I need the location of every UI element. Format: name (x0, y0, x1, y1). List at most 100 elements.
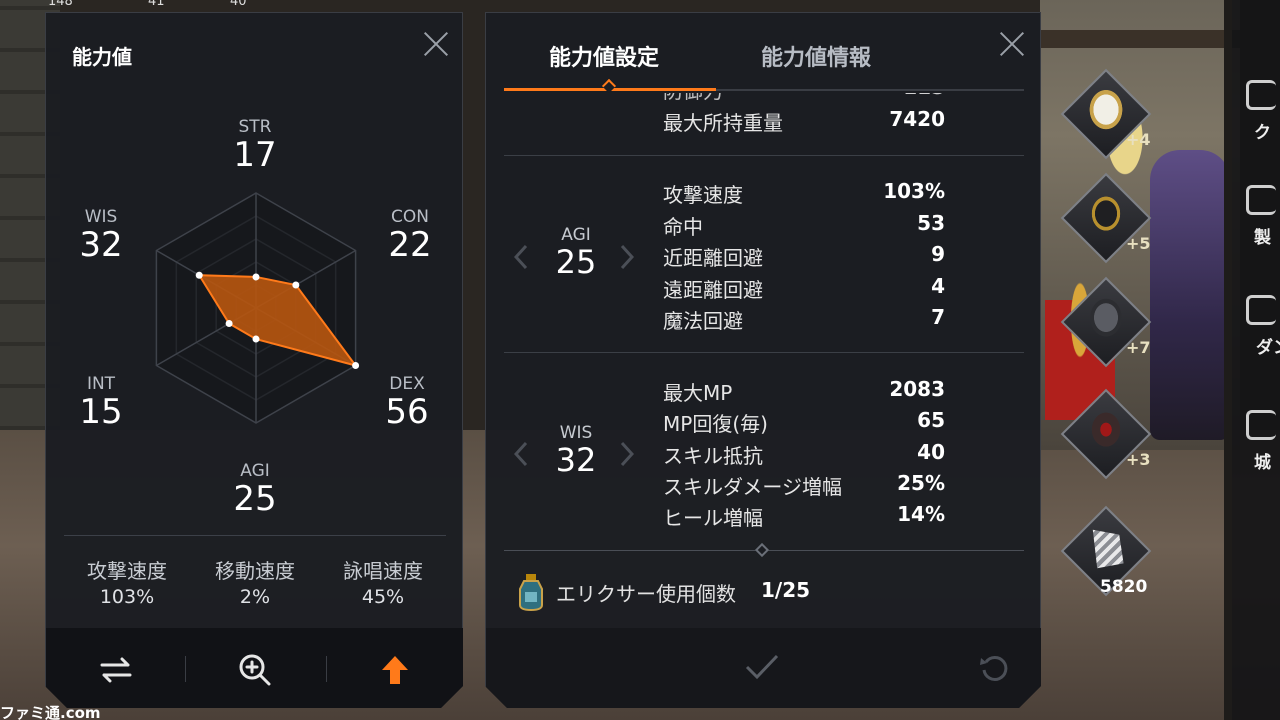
radar-point-wis (196, 272, 203, 279)
radar-point-dex (352, 362, 359, 369)
divider (504, 352, 1024, 353)
hud-stat-a: 148 (48, 0, 73, 9)
tab-stat-settings[interactable]: 能力値設定 (549, 40, 659, 72)
confirm-check-icon[interactable] (744, 652, 780, 686)
stat-row-label: 魔法回避 (663, 309, 743, 333)
stat-row-value: 7420 (889, 107, 945, 131)
stat-agi-value: 25 (233, 479, 277, 519)
stat-row-label: ヒール増幅 (663, 506, 763, 530)
equipment-slot-cloak[interactable]: +5 (1060, 172, 1152, 264)
side-menu-label: ダン (1256, 338, 1280, 358)
speed-label-cast: 詠唱速度 (343, 559, 423, 583)
level-up-arrow-icon[interactable] (373, 648, 417, 692)
stat-row-label: スキル抵抗 (663, 444, 763, 468)
stat-radar-chart (131, 183, 381, 433)
group-stat-label: WIS (559, 423, 593, 443)
chest-armor-icon (1084, 88, 1128, 136)
radar-point-int (226, 320, 233, 327)
stat-row-value: 4 (931, 274, 945, 298)
stat-row-value: 53 (917, 211, 945, 235)
stat-row-value: 103% (883, 179, 945, 203)
equipment-slot-chest[interactable]: +4 (1060, 68, 1152, 160)
speed-value-move: 2% (239, 586, 271, 608)
speed-label-move: 移動速度 (215, 559, 295, 583)
close-icon[interactable] (422, 30, 450, 58)
side-menu-item-4[interactable]: 城 (1232, 410, 1280, 490)
stat-wis-label: WIS (84, 207, 118, 227)
enhance-level: +4 (1126, 130, 1151, 149)
equipment-slot-gloves[interactable]: +7 (1060, 276, 1152, 368)
elixir-usage-value: 1/25 (761, 578, 811, 602)
stat-row-value: 40 (917, 440, 945, 464)
elixir-bottle-icon (516, 573, 546, 611)
arrow-count: 5820 (1100, 577, 1148, 597)
pole (1224, 0, 1232, 720)
stat-settings-footer (486, 628, 1042, 709)
increase-agi-arrow-icon[interactable] (620, 244, 634, 270)
reset-icon[interactable] (978, 652, 1010, 688)
group-stat-value: 25 (555, 243, 597, 281)
craft-icon (1246, 185, 1276, 215)
stat-row-value: 14% (897, 502, 945, 526)
side-menu-item-3[interactable]: ダン (1232, 295, 1280, 375)
equipment-slot-arrows[interactable]: 5820 (1060, 505, 1152, 597)
stat-detail-scroll-area[interactable]: 防御力 115 最大所持重量 7420 AGI 25 攻撃速度 103% 命中 … (486, 93, 1042, 563)
hud-stat-c: 40 (230, 0, 247, 9)
menu-icon (1246, 80, 1276, 110)
stat-row-label: 防御力 (663, 93, 723, 104)
swap-icon[interactable] (94, 648, 138, 692)
watermark: ファミ通.com (0, 704, 101, 720)
side-menu: ク 製 ダン 城 (1232, 0, 1280, 720)
stat-row-label: 最大所持重量 (663, 111, 783, 135)
panel-title: 能力値 (72, 45, 132, 69)
side-menu-item-1[interactable]: ク (1232, 80, 1280, 160)
radar-point-con (292, 282, 299, 289)
stat-row-value: 2083 (889, 377, 945, 401)
stat-row-label: 命中 (663, 215, 703, 239)
speed-value-attack: 103% (99, 586, 155, 608)
stat-row-label: スキルダメージ増幅 (663, 475, 842, 499)
side-menu-label: 城 (1254, 453, 1271, 473)
stat-str-label: STR (238, 117, 272, 137)
side-menu-item-2[interactable]: 製 (1232, 185, 1280, 265)
enhance-level: +3 (1126, 450, 1151, 469)
stat-con-label: CON (391, 207, 429, 227)
stats-panel: 能力値 STR 17 CON 22 DEX 56 AGI 25 INT 15 W… (45, 12, 463, 708)
enhance-level: +5 (1126, 234, 1151, 253)
tab-stat-info[interactable]: 能力値情報 (761, 40, 871, 72)
stat-row-value: 115 (903, 93, 945, 99)
stat-int-label: INT (86, 374, 116, 394)
stat-row-value: 9 (931, 242, 945, 266)
group-stat-value: 32 (555, 441, 597, 479)
stat-agi-label: AGI (240, 461, 270, 481)
divider (64, 535, 446, 536)
divider (504, 155, 1024, 156)
stat-row-label: 最大MP (663, 381, 733, 405)
stat-int-value: 15 (79, 392, 123, 432)
decrease-wis-arrow-icon[interactable] (514, 441, 528, 467)
decrease-agi-arrow-icon[interactable] (514, 244, 528, 270)
close-icon[interactable] (998, 30, 1026, 58)
hud-stat-b: 41 (148, 0, 165, 9)
stat-wis-value: 32 (79, 225, 123, 265)
stat-row-label: 近距離回避 (663, 246, 763, 270)
stat-row-value: 25% (897, 471, 945, 495)
equipment-slot-boots[interactable]: +3 (1060, 388, 1152, 480)
stat-settings-panel: 能力値設定 能力値情報 防御力 115 最大所持重量 7420 AGI 25 攻… (485, 12, 1041, 708)
stats-panel-footer (46, 628, 464, 709)
boots-icon (1084, 408, 1128, 456)
stat-row-label: 攻撃速度 (663, 183, 743, 207)
cloak-icon (1084, 192, 1128, 240)
zoom-in-icon[interactable] (233, 648, 277, 692)
increase-wis-arrow-icon[interactable] (620, 441, 634, 467)
side-menu-label: ク (1254, 123, 1271, 143)
gloves-icon (1084, 296, 1128, 344)
wooden-beam (1040, 30, 1240, 48)
stat-row-value: 7 (931, 305, 945, 329)
npc-character-purple (1150, 150, 1230, 440)
separator (185, 656, 186, 682)
stat-con-value: 22 (388, 225, 432, 265)
enhance-level: +7 (1126, 338, 1151, 357)
separator (326, 656, 327, 682)
group-stat-label: AGI (561, 225, 591, 245)
